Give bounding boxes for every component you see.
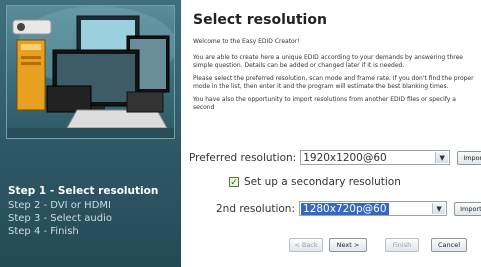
step-list: Step 1 - Select resolution Step 2 - DVI … (8, 183, 158, 238)
wizard-sidebar: Step 1 - Select resolution Step 2 - DVI … (0, 0, 181, 267)
next-button[interactable]: Next > (329, 238, 367, 252)
second-resolution-row: 2nd resolution: 1280x720p@60 ▼ Import... (216, 201, 481, 216)
second-import-button[interactable]: Import... (454, 201, 481, 216)
second-resolution-select[interactable]: 1280x720p@60 ▼ (299, 201, 448, 216)
chevron-down-icon[interactable]: ▼ (432, 203, 446, 214)
preferred-resolution-select[interactable]: 1920x1200@60 ▼ (300, 150, 451, 165)
wizard-content: Select resolution Welcome to the Easy ED… (181, 0, 481, 267)
secondary-resolution-label: Set up a secondary resolution (244, 176, 401, 188)
second-resolution-value: 1280x720p@60 (301, 202, 389, 215)
wizard-window: Step 1 - Select resolution Step 2 - DVI … (0, 0, 481, 267)
preferred-resolution-row: Preferred resolution: 1920x1200@60 ▼ Imp… (189, 150, 481, 165)
devices-illustration (6, 5, 175, 139)
preferred-resolution-label: Preferred resolution: (189, 151, 297, 164)
preferred-import-button[interactable]: Import... (457, 150, 481, 165)
secondary-resolution-checkbox[interactable]: ✓ Set up a secondary resolution (229, 176, 401, 188)
welcome-text: Welcome to the Easy EDID Creator! (193, 38, 300, 45)
chevron-down-icon[interactable]: ▼ (435, 152, 449, 163)
intro-paragraph: You are able to create here a unique EDI… (193, 54, 463, 69)
second-resolution-label: 2nd resolution: (216, 202, 296, 215)
wizard-footer: < Back Next > Finish Cancel (289, 238, 467, 252)
step-item-dvi-hdmi: Step 2 - DVI or HDMI (8, 200, 111, 211)
cancel-button[interactable]: Cancel (431, 238, 467, 252)
step-item-select-resolution: Step 1 - Select resolution (8, 185, 159, 197)
step-item-select-audio: Step 3 - Select audio (8, 213, 113, 224)
preferred-resolution-value: 1920x1200@60 (303, 151, 387, 164)
instructions-paragraph: Please select the preferred resolution, … (193, 75, 474, 90)
import-hint-paragraph: You have also the opportunity to import … (193, 96, 456, 111)
finish-button[interactable]: Finish (385, 238, 419, 252)
back-button[interactable]: < Back (289, 238, 323, 252)
page-title: Select resolution (193, 12, 327, 28)
checkbox-checked-icon[interactable]: ✓ (229, 177, 239, 188)
step-item-finish: Step 4 - Finish (8, 226, 79, 237)
